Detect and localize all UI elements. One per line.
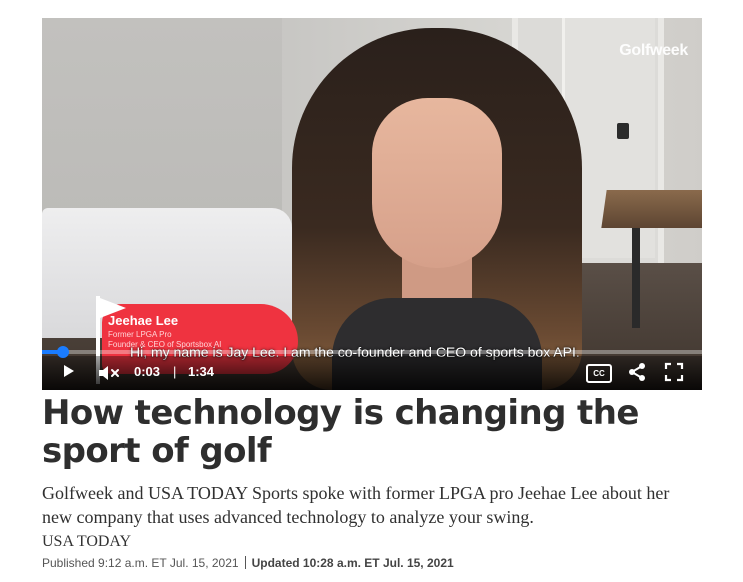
background-table (601, 190, 702, 228)
article-source[interactable]: USA TODAY (42, 533, 131, 551)
golfweek-watermark: Golfweek (619, 42, 688, 59)
closed-captions-icon[interactable]: CC (586, 364, 612, 383)
progress-bar[interactable] (42, 346, 702, 358)
speaker-face (372, 98, 502, 268)
speaker-figure (292, 28, 582, 390)
article-dates: Published 9:12 a.m. ET Jul. 15, 2021 Upda… (42, 556, 454, 570)
speaker-title-line1: Former LPGA Pro (108, 330, 172, 339)
speaker-name: Jeehae Lee (108, 313, 179, 328)
table-leg (632, 228, 640, 328)
date-divider (244, 556, 246, 569)
updated-date: Updated 10:28 a.m. ET Jul. 15, 2021 (251, 556, 454, 570)
door-handle (617, 123, 629, 139)
progress-scrubber[interactable] (57, 346, 70, 358)
play-icon[interactable] (64, 365, 74, 377)
video-player[interactable]: Golfweek Jeehae Lee Former LPGA Pro Foun… (42, 18, 702, 390)
article-summary: Golfweek and USA TODAY Sports spoke with… (42, 483, 670, 527)
article-headline[interactable]: How technology is changing the sport of … (42, 394, 682, 470)
published-date: Published 9:12 a.m. ET Jul. 15, 2021 (42, 556, 239, 570)
share-icon[interactable] (627, 362, 647, 382)
current-time: 0:03 (134, 364, 161, 379)
video-controls-bar: 0:03 | 1:34 CC (42, 346, 702, 390)
time-separator: | (173, 364, 177, 379)
duration: 1:34 (188, 364, 215, 379)
fullscreen-icon[interactable] (664, 362, 684, 382)
muted-speaker-icon[interactable] (98, 364, 120, 382)
